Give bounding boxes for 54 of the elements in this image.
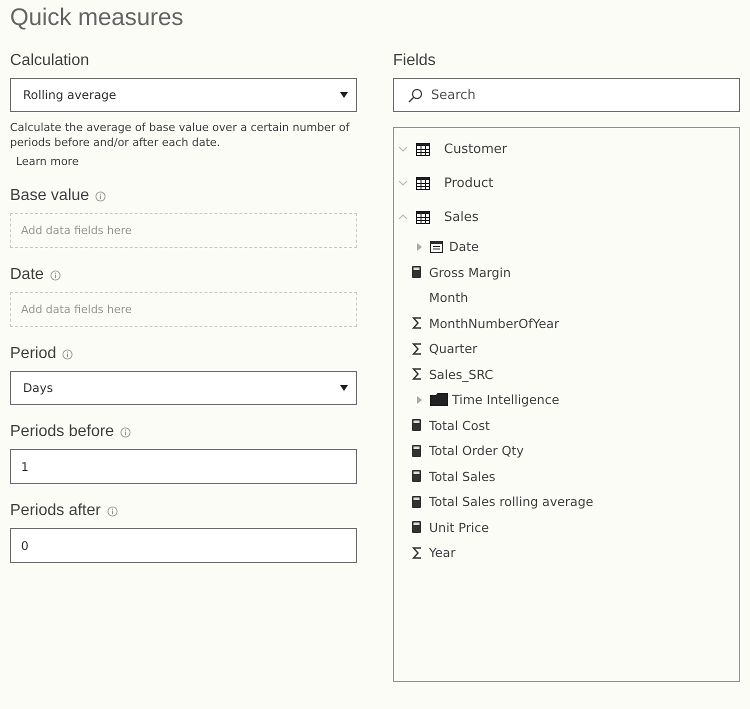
sigma-icon xyxy=(412,342,423,355)
field-name[interactable]: Quarter xyxy=(429,341,478,356)
calculator-icon xyxy=(412,444,423,457)
field-name[interactable]: Year xyxy=(429,545,456,560)
field-name[interactable]: Month xyxy=(429,290,468,306)
sigma-icon xyxy=(412,368,423,380)
dropdown[interactable]: Days xyxy=(10,371,357,405)
field-label: Period xyxy=(10,345,56,363)
field-name[interactable]: Total Order Qty xyxy=(429,443,524,458)
expand-arrow-icon[interactable] xyxy=(416,242,422,251)
table-icon xyxy=(416,142,430,156)
description-text: Calculate the average of base value over a certain number of periods before and/or after each date. xyxy=(10,120,351,150)
field-name[interactable]: Date xyxy=(449,239,479,254)
expand-arrow-icon[interactable] xyxy=(416,396,422,404)
sigma-icon xyxy=(412,546,423,559)
calculator-icon xyxy=(412,496,423,508)
chevron-icon[interactable] xyxy=(398,144,408,154)
input-field[interactable]: 1 xyxy=(10,449,357,484)
field-label: Calculation xyxy=(10,52,90,70)
field-name[interactable]: Sales_SRC xyxy=(429,366,494,382)
table-name[interactable]: Sales xyxy=(444,210,479,224)
field-label: Periods after xyxy=(10,502,101,520)
fields-heading: Fields xyxy=(393,52,436,70)
calculator-icon xyxy=(412,419,423,432)
input-field[interactable]: 0 xyxy=(10,528,357,563)
panel-title: Quick measures xyxy=(9,3,184,33)
field-name[interactable]: Total Cost xyxy=(429,418,490,433)
field-name[interactable]: Time Intelligence xyxy=(452,392,560,408)
calendar-icon xyxy=(430,240,443,253)
field-label: Periods before xyxy=(10,423,114,441)
search-field[interactable]: Search xyxy=(393,78,740,112)
calculator-icon xyxy=(412,266,423,278)
calculator-icon xyxy=(412,470,423,482)
field-label: Date xyxy=(10,266,44,284)
table-icon xyxy=(416,176,430,190)
field-name[interactable]: Unit Price xyxy=(429,520,489,535)
field-name[interactable]: Gross Margin xyxy=(429,264,511,280)
dropdown[interactable]: Rolling average xyxy=(10,78,357,112)
field-name[interactable]: MonthNumberOfYear xyxy=(429,316,560,331)
sigma-icon xyxy=(412,317,423,330)
table-icon xyxy=(416,210,430,224)
caret-icon xyxy=(340,385,348,391)
folder-icon xyxy=(430,393,448,406)
table-name[interactable]: Product xyxy=(444,176,494,190)
chevron-icon[interactable] xyxy=(398,212,408,222)
table-name[interactable]: Customer xyxy=(444,142,508,156)
field-label: Base value xyxy=(10,187,90,205)
learn-more-link[interactable]: Learn more xyxy=(16,155,79,168)
caret-icon xyxy=(340,92,348,98)
field-name[interactable]: Total Sales xyxy=(429,468,496,484)
calculator-icon xyxy=(412,521,423,534)
search-icon xyxy=(408,88,423,102)
field-name[interactable]: Total Sales rolling average xyxy=(429,494,594,510)
chevron-icon[interactable] xyxy=(398,178,408,188)
